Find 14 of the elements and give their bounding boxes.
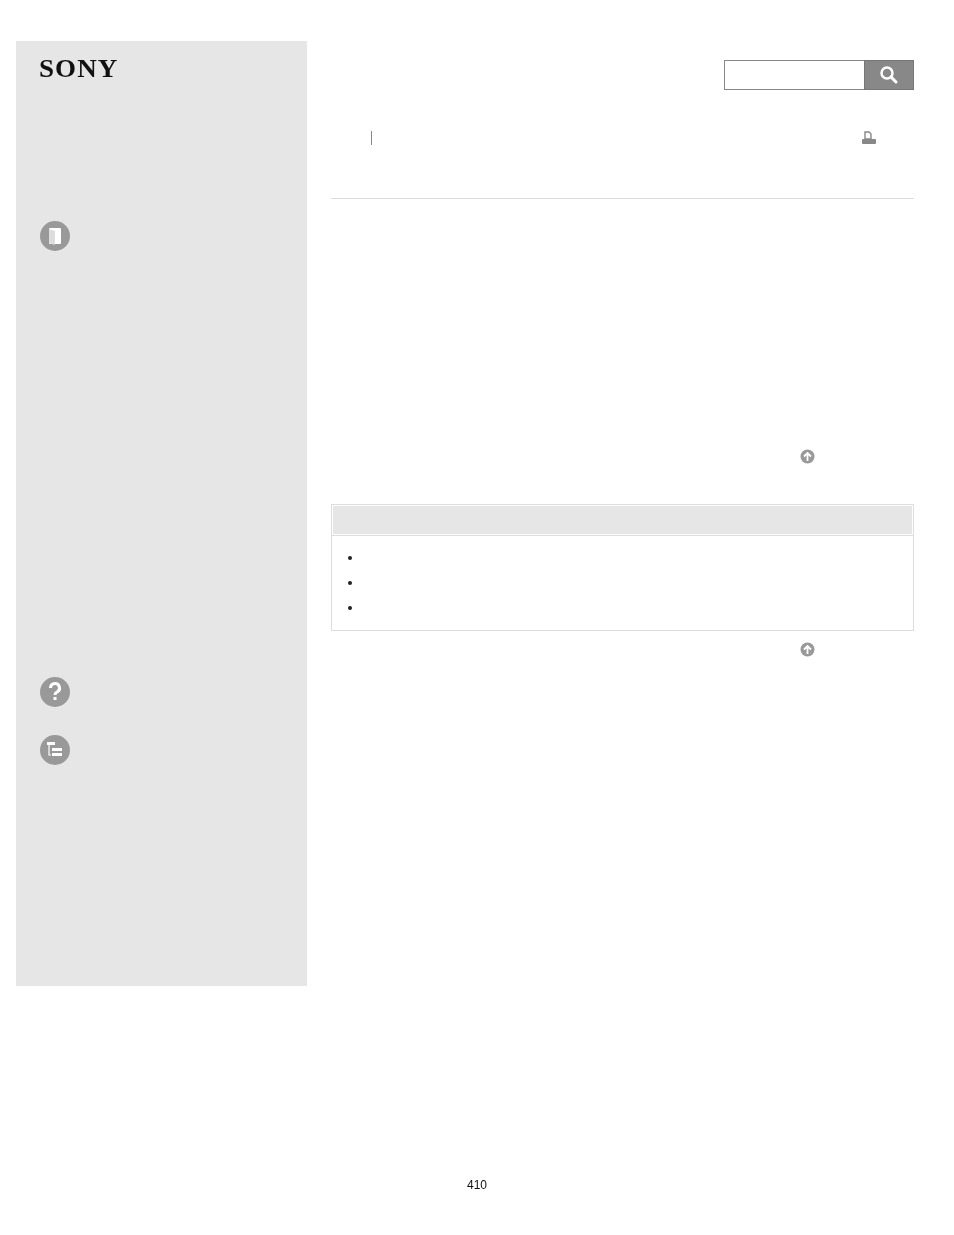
- bullet-dot: [348, 606, 352, 610]
- book-icon[interactable]: [39, 220, 71, 252]
- tree-icon[interactable]: [39, 734, 71, 766]
- print-icon[interactable]: [861, 131, 877, 145]
- search-field[interactable]: [724, 60, 864, 90]
- bullet-dot: [348, 556, 352, 560]
- bullet-dot: [348, 581, 352, 585]
- page-number: 410: [467, 1178, 487, 1192]
- search-icon: [879, 65, 899, 85]
- back-to-top-icon[interactable]: [800, 642, 815, 657]
- search-button[interactable]: [864, 60, 914, 90]
- logo: SONY: [39, 54, 119, 84]
- help-icon[interactable]: [39, 676, 71, 708]
- back-to-top-icon[interactable]: [800, 449, 815, 464]
